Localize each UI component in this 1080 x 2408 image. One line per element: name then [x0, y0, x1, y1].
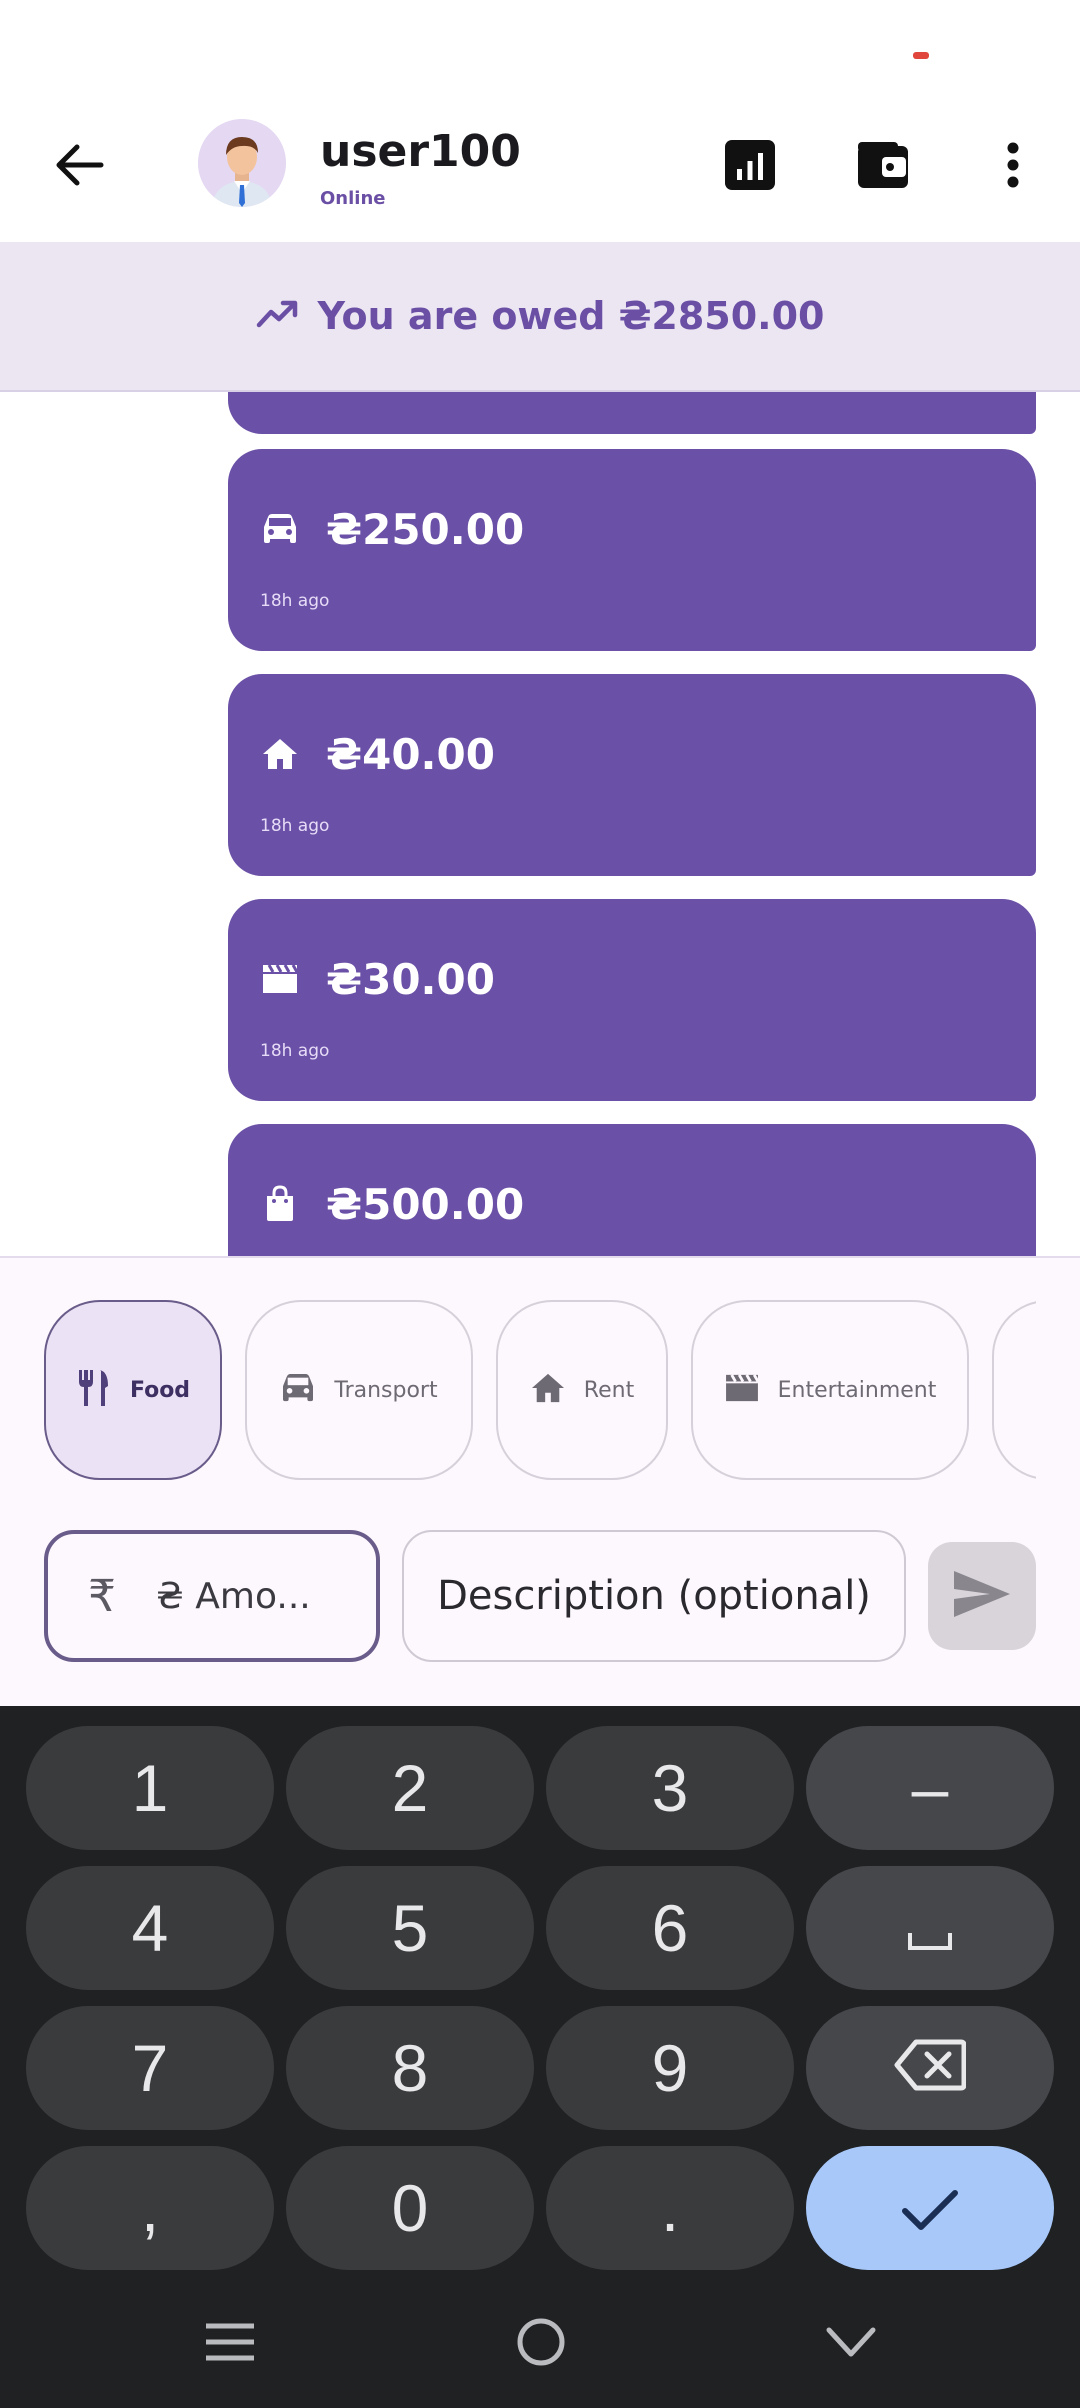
checkmark-icon: [901, 2170, 959, 2246]
expense-bubble[interactable]: ₴250.00 18h ago: [228, 449, 1036, 651]
space-bar-icon: [907, 1890, 953, 1966]
description-placeholder: Description (optional): [437, 1573, 871, 1619]
category-chip-transport[interactable]: Transport: [245, 1300, 473, 1480]
key-9[interactable]: 9: [546, 2006, 794, 2130]
key-3[interactable]: 3: [546, 1726, 794, 1850]
expense-amount: ₴30.00: [326, 955, 495, 1004]
key-7[interactable]: 7: [26, 2006, 274, 2130]
balance-banner: You are owed ₴2850.00: [0, 242, 1080, 392]
expense-amount: ₴250.00: [326, 505, 525, 554]
movie-clapper-icon: [724, 1373, 760, 1407]
chat-username: user100: [320, 126, 521, 177]
description-input[interactable]: Description (optional): [402, 1530, 906, 1662]
key-5[interactable]: 5: [286, 1866, 534, 1990]
key-done[interactable]: [806, 2146, 1054, 2270]
category-chip-more[interactable]: [992, 1300, 1036, 1480]
trending-up-icon: [256, 299, 298, 333]
category-chip-row[interactable]: Food Transport Rent Entertainment: [0, 1300, 1036, 1486]
key-1[interactable]: 1: [26, 1726, 274, 1850]
key-4[interactable]: 4: [26, 1866, 274, 1990]
system-navigation-bar: [0, 2276, 1080, 2408]
recents-menu-icon[interactable]: [194, 2306, 266, 2378]
backspace-icon: [894, 2030, 967, 2106]
shopping-bag-icon: [260, 1184, 300, 1224]
key-comma[interactable]: ,: [26, 2146, 274, 2270]
home-icon: [260, 734, 300, 774]
key-8[interactable]: 8: [286, 2006, 534, 2130]
amount-placeholder: ₴ Amo...: [156, 1575, 311, 1617]
expense-time: 18h ago: [260, 591, 330, 611]
back-arrow-icon[interactable]: [44, 135, 114, 195]
expense-amount: ₴500.00: [326, 1180, 525, 1229]
expense-message-list[interactable]: ₴250.00 18h ago ₴40.00 18h ago ₴30.00 18…: [0, 392, 1080, 1256]
expense-bubble[interactable]: [228, 392, 1036, 434]
home-icon: [530, 1372, 566, 1408]
online-status: Online: [320, 188, 386, 209]
expense-time: 18h ago: [260, 816, 330, 836]
category-chip-entertainment[interactable]: Entertainment: [691, 1300, 969, 1480]
key-minus[interactable]: –: [806, 1726, 1054, 1850]
expense-time: 18h ago: [260, 1041, 330, 1061]
chip-label: Entertainment: [777, 1377, 937, 1403]
chip-label: Transport: [334, 1377, 438, 1403]
expense-bubble[interactable]: ₴30.00 18h ago: [228, 899, 1036, 1101]
key-2[interactable]: 2: [286, 1726, 534, 1850]
category-chip-rent[interactable]: Rent: [496, 1300, 668, 1480]
key-space[interactable]: [806, 1866, 1054, 1990]
car-icon: [260, 509, 300, 549]
recording-indicator: [913, 52, 929, 59]
balance-text: You are owed ₴2850.00: [317, 294, 825, 338]
car-icon: [280, 1373, 316, 1407]
key-0[interactable]: 0: [286, 2146, 534, 2270]
expense-bubble[interactable]: ₴40.00 18h ago: [228, 674, 1036, 876]
numeric-keyboard: 1 2 3 – 4 5 6 7 8 9 , 0 .: [0, 1706, 1080, 2276]
chip-label: Food: [129, 1377, 191, 1403]
expense-bubble[interactable]: ₴500.00: [228, 1124, 1036, 1256]
more-vert-icon[interactable]: [985, 137, 1041, 193]
currency-prefix: ₹: [88, 1570, 116, 1622]
restaurant-icon: [76, 1368, 112, 1412]
category-chip-food[interactable]: Food: [44, 1300, 222, 1480]
avatar[interactable]: [198, 119, 286, 207]
key-6[interactable]: 6: [546, 1866, 794, 1990]
home-circle-icon[interactable]: [505, 2306, 577, 2378]
movie-clapper-icon: [260, 959, 300, 999]
bar-chart-icon[interactable]: [722, 137, 778, 193]
amount-input[interactable]: ₹ ₴ Amo...: [44, 1530, 380, 1662]
send-button[interactable]: [928, 1542, 1036, 1650]
chip-label: Rent: [583, 1377, 635, 1403]
expense-amount: ₴40.00: [326, 730, 495, 779]
wallet-icon[interactable]: [855, 137, 911, 193]
send-icon: [952, 1569, 1012, 1623]
back-chevron-icon[interactable]: [815, 2306, 887, 2378]
key-backspace[interactable]: [806, 2006, 1054, 2130]
app-bar: [0, 110, 1080, 242]
key-period[interactable]: .: [546, 2146, 794, 2270]
